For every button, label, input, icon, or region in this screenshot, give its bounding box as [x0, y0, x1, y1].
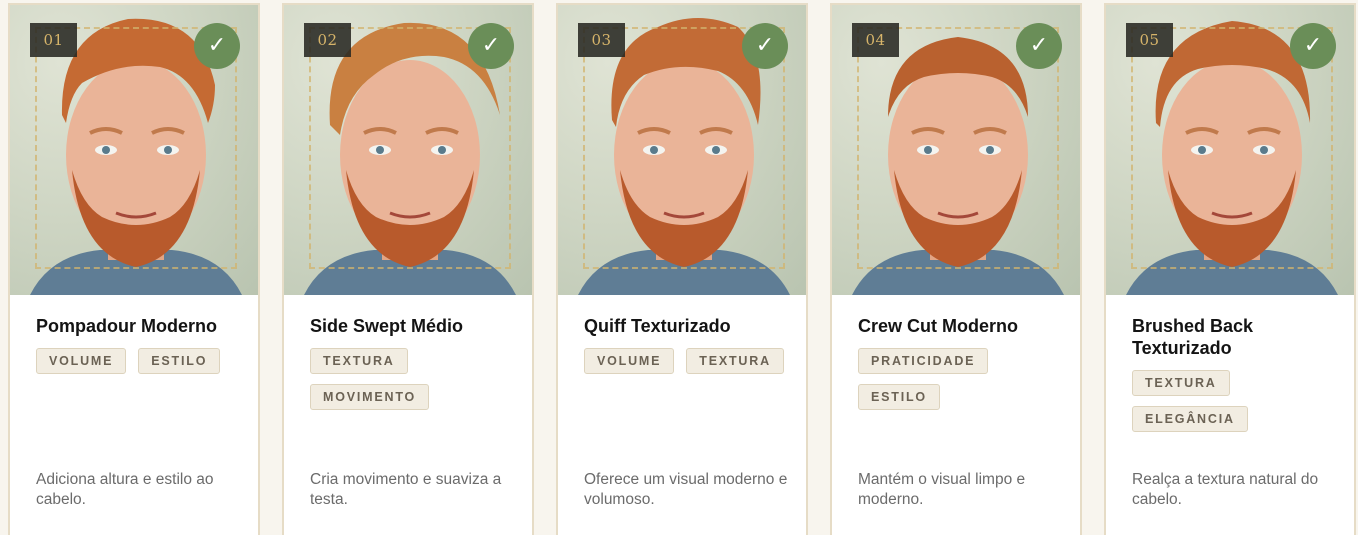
card-description: Mantém o visual limpo e moderno. — [858, 471, 1026, 508]
tag: TEXTURA — [686, 348, 784, 374]
tag: ESTILO — [138, 348, 221, 374]
hairstyle-card[interactable]: 02 ✓ Side Swept Médio TEXTURA MOVIMENTO … — [282, 3, 534, 535]
hairstyle-photo: 02 ✓ — [284, 5, 532, 295]
tag-list: VOLUME TEXTURA — [584, 348, 784, 374]
check-icon[interactable]: ✓ — [1290, 23, 1336, 69]
card-title: Quiff Texturizado — [584, 316, 731, 336]
hairstyle-photo: 05 ✓ — [1106, 5, 1354, 295]
tag: MOVIMENTO — [310, 384, 430, 410]
card-number: 02 — [304, 23, 351, 57]
card-number: 03 — [578, 23, 625, 57]
card-description: Realça a textura natural do cabelo. — [1132, 471, 1319, 508]
hairstyle-card[interactable]: 05 ✓ Brushed Back Texturizado TEXTURA EL… — [1104, 3, 1356, 535]
tag: TEXTURA — [310, 348, 408, 374]
card-number: 05 — [1126, 23, 1173, 57]
check-icon[interactable]: ✓ — [742, 23, 788, 69]
card-number: 04 — [852, 23, 899, 57]
check-icon[interactable]: ✓ — [468, 23, 514, 69]
card-body: Brushed Back Texturizado TEXTURA ELEGÂNC… — [1106, 295, 1354, 535]
tag: PRATICIDADE — [858, 348, 989, 374]
card-body: Quiff Texturizado VOLUME TEXTURA Oferece… — [558, 295, 806, 535]
card-body: Side Swept Médio TEXTURA MOVIMENTO Cria … — [284, 295, 532, 535]
tag: ELEGÂNCIA — [1132, 406, 1248, 432]
card-description: Oferece um visual moderno e volumoso. — [584, 471, 788, 508]
hairstyle-card[interactable]: 01 ✓ Pompadour Moderno VOLUME ESTILO Adi… — [8, 3, 260, 535]
hairstyle-card[interactable]: 03 ✓ Quiff Texturizado VOLUME TEXTURA Of… — [556, 3, 808, 535]
card-title: Brushed Back Texturizado — [1132, 316, 1254, 358]
card-body: Crew Cut Moderno PRATICIDADE ESTILO Mant… — [832, 295, 1080, 535]
card-description: Adiciona altura e estilo ao cabelo. — [36, 471, 214, 508]
tag-list: VOLUME ESTILO — [36, 348, 236, 374]
hairstyle-photo: 04 ✓ — [832, 5, 1080, 295]
card-title: Crew Cut Moderno — [858, 316, 1018, 336]
hairstyle-photo: 01 ✓ — [10, 5, 258, 295]
hairstyle-card[interactable]: 04 ✓ Crew Cut Moderno PRATICIDADE ESTILO… — [830, 3, 1082, 535]
check-icon[interactable]: ✓ — [194, 23, 240, 69]
card-body: Pompadour Moderno VOLUME ESTILO Adiciona… — [10, 295, 258, 535]
tag: VOLUME — [36, 348, 127, 374]
hairstyle-card-row: 01 ✓ Pompadour Moderno VOLUME ESTILO Adi… — [8, 3, 1356, 535]
card-number: 01 — [30, 23, 77, 57]
hairstyle-photo: 03 ✓ — [558, 5, 806, 295]
tag: ESTILO — [858, 384, 940, 410]
tag-list: TEXTURA MOVIMENTO — [310, 348, 510, 410]
card-title: Pompadour Moderno — [36, 316, 217, 336]
tag: TEXTURA — [1132, 370, 1230, 396]
card-description: Cria movimento e suaviza a testa. — [310, 471, 502, 508]
tag-list: PRATICIDADE ESTILO — [858, 348, 1058, 410]
tag-list: TEXTURA ELEGÂNCIA — [1132, 370, 1332, 432]
check-icon[interactable]: ✓ — [1016, 23, 1062, 69]
card-title: Side Swept Médio — [310, 316, 464, 336]
tag: VOLUME — [584, 348, 675, 374]
